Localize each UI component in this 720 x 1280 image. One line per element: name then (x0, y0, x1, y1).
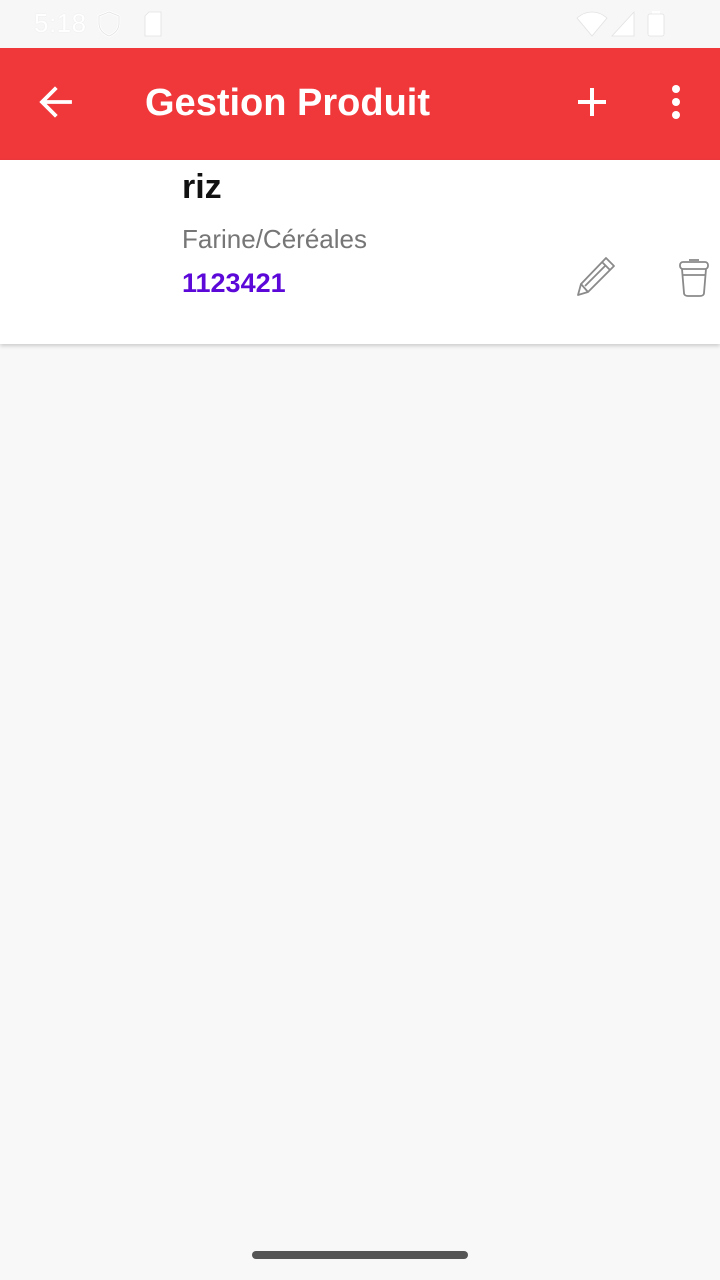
shield-icon (96, 10, 122, 43)
product-card[interactable]: riz Farine/Céréales 1123421 (0, 160, 720, 344)
sim-card-icon (142, 10, 164, 43)
page-title: Gestion Produit (145, 82, 430, 124)
product-code: 1123421 (182, 268, 286, 298)
more-vertical-icon (670, 84, 682, 125)
wifi-icon (576, 10, 608, 43)
more-options-button[interactable] (648, 76, 704, 132)
delete-product-button[interactable] (668, 252, 720, 304)
back-button[interactable] (28, 76, 84, 132)
battery-icon (646, 10, 666, 43)
home-indicator[interactable] (252, 1251, 468, 1259)
product-name: riz (182, 168, 222, 206)
trash-icon (677, 255, 711, 302)
app-bar: Gestion Produit (0, 48, 720, 160)
cellular-signal-icon (610, 10, 636, 43)
pencil-icon (573, 253, 619, 304)
back-arrow-icon (38, 84, 74, 125)
edit-product-button[interactable] (570, 252, 622, 304)
add-product-button[interactable] (564, 76, 620, 132)
status-time: 5:18 (34, 8, 87, 38)
plus-icon (576, 86, 608, 123)
product-category: Farine/Céréales (182, 224, 367, 254)
status-bar: 5:18 (0, 0, 720, 48)
